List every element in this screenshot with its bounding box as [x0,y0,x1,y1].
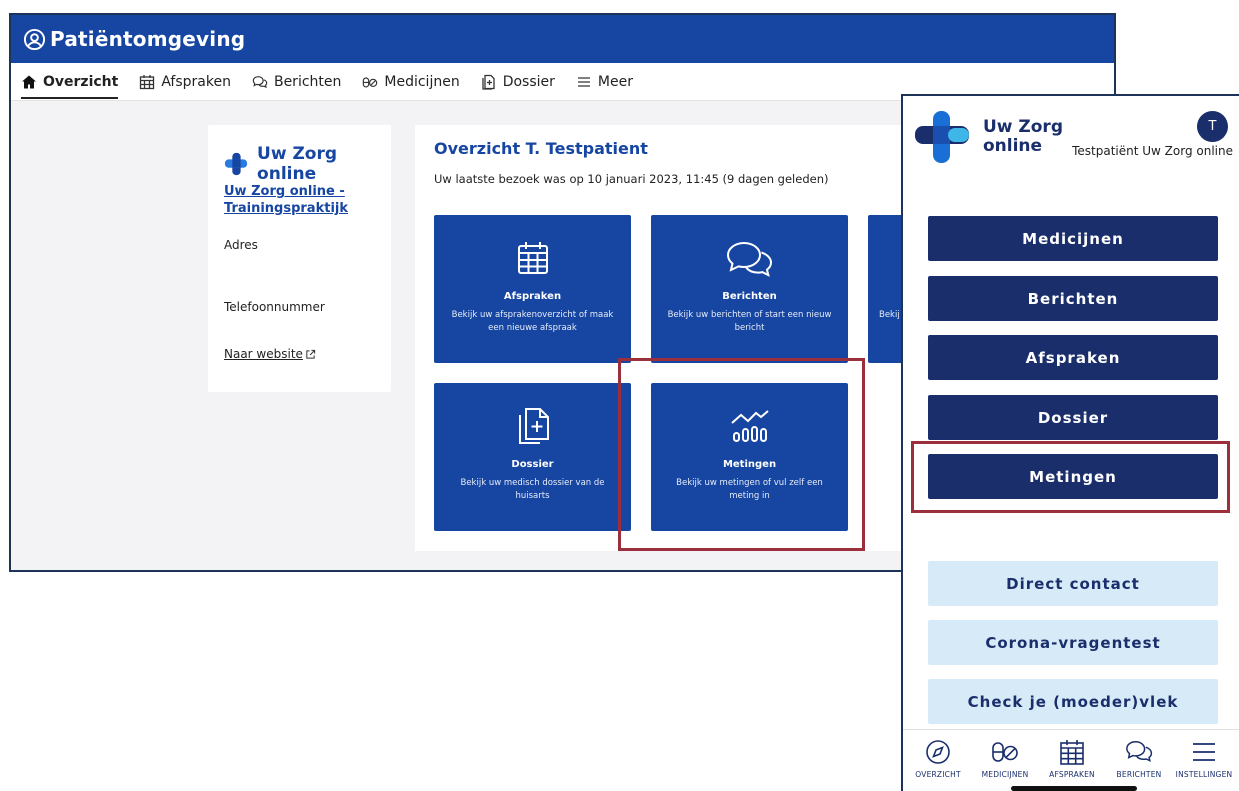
pills-icon [363,76,378,87]
nav-meer[interactable]: Meer [576,63,633,101]
desktop-header: Patiëntomgeving [11,15,1114,63]
tab-label: AFSPRAKEN [1049,770,1095,779]
mobile-tabbar: OVERZICHT MEDICIJNEN AFSPRAKEN BERICHTEN [903,729,1239,791]
user-circle-icon[interactable] [23,28,46,51]
chat-icon [726,241,772,277]
chat-icon [252,75,268,88]
tab-afspraken[interactable]: AFSPRAKEN [1039,738,1105,779]
calendar-icon [140,74,155,89]
tab-medicijnen[interactable]: MEDICIJNEN [972,738,1038,779]
dossier-button[interactable]: Dossier [928,395,1218,440]
address-label: Adres [224,238,258,252]
medicijnen-button[interactable]: Medicijnen [928,216,1218,261]
highlight-box-mobile-metingen [911,441,1230,513]
tile-title: Dossier [511,459,554,470]
nav-overzicht-label: Overzicht [43,73,119,90]
tile-description: Bekijk uw medisch dossier van de huisart… [460,478,605,501]
practice-link[interactable]: Uw Zorg online - Trainingspraktijk [224,183,384,217]
highlight-box-desktop-metingen [618,358,865,551]
website-link-label: Naar website [224,347,303,361]
app-title: Patiëntomgeving [50,27,246,51]
tab-label: MEDICIJNEN [981,770,1029,779]
moedervlek-check-button[interactable]: Check je (moeder)vlek [928,679,1218,724]
nav-afspraken[interactable]: Afspraken [139,63,231,101]
pills-icon [992,742,1018,762]
mobile-screen: Uw Zorg online T Testpatiënt Uw Zorg onl… [901,94,1239,791]
tile-berichten[interactable]: Berichten Bekijk uw berichten of start e… [651,215,848,363]
medical-cross-logo-icon [224,152,248,176]
home-icon [22,75,36,88]
tab-instellingen[interactable]: INSTELLINGEN [1171,738,1237,779]
nav-berichten-label: Berichten [273,73,342,90]
practice-info-card: Uw Zorg online Uw Zorg online - Training… [208,125,391,392]
nav-overzicht[interactable]: Overzicht [21,63,119,101]
menu-icon [1193,743,1215,761]
calendar-icon [517,242,548,274]
corona-vragentest-button[interactable]: Corona-vragentest [928,620,1218,665]
mobile-brand-line2: online [983,136,1043,156]
home-indicator [1011,786,1137,791]
menu-icon [577,76,590,87]
overview-title: Overzicht T. Testpatient [434,139,648,158]
compass-icon [926,740,950,764]
berichten-button[interactable]: Berichten [928,276,1218,321]
user-name: Testpatiënt Uw Zorg online [1072,144,1233,158]
tile-description: Bekijk uw berichten of start een nieuw b… [667,310,832,333]
tab-label: BERICHTEN [1116,770,1162,779]
dossier-icon [518,408,549,444]
direct-contact-button[interactable]: Direct contact [928,561,1218,606]
mobile-brand: Uw Zorg online [983,118,1063,156]
brand-name: Uw Zorg online [257,144,338,184]
tile-dossier[interactable]: Dossier Bekijk uw medisch dossier van de… [434,383,631,531]
tile-title: Afspraken [503,291,562,302]
external-link-icon [306,349,316,359]
nav-afspraken-label: Afspraken [161,73,231,90]
tile-title: Berichten [722,291,777,302]
avatar[interactable]: T [1197,111,1228,142]
tab-overzicht[interactable]: OVERZICHT [905,738,971,779]
nav-medicijnen[interactable]: Medicijnen [362,63,460,101]
tab-berichten[interactable]: BERICHTEN [1106,738,1172,779]
phone-label: Telefoonnummer [224,300,325,314]
calendar-icon [1060,740,1084,765]
medical-cross-logo-icon [915,111,969,163]
tile-description: Bekijk uw afsprakenoverzicht of maak een… [451,310,614,333]
tile-description: Bekij [879,310,900,320]
brand: Uw Zorg online [224,144,391,184]
tab-label: OVERZICHT [915,770,961,779]
tile-afspraken[interactable]: Afspraken Bekijk uw afsprakenoverzicht o… [434,215,631,363]
nav-berichten[interactable]: Berichten [252,63,341,101]
nav-dossier[interactable]: Dossier [481,63,555,101]
nav-dossier-label: Dossier [502,73,555,90]
website-link[interactable]: Naar website [224,347,316,361]
tab-label: INSTELLINGEN [1175,770,1233,779]
mobile-brand-line1: Uw Zorg [983,117,1063,137]
nav-medicijnen-label: Medicijnen [384,73,460,90]
afspraken-button[interactable]: Afspraken [928,335,1218,380]
nav-meer-label: Meer [597,73,633,90]
last-visit-text: Uw laatste bezoek was op 10 januari 2023… [434,172,829,186]
document-icon [482,74,495,90]
chat-icon [1126,740,1153,763]
